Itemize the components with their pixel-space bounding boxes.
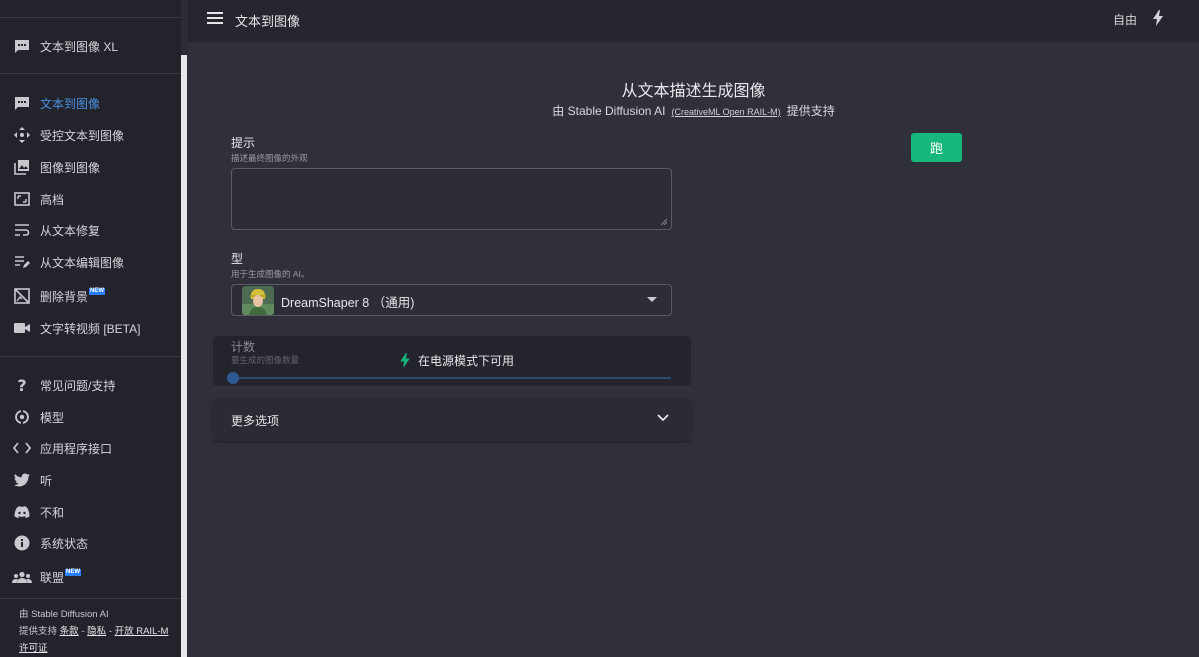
sidebar-item-label: 文字转视频 [BETA] bbox=[40, 321, 141, 336]
code-icon bbox=[12, 439, 32, 457]
count-panel: 计数 要生成的图像数量 在电源模式下可用 bbox=[213, 336, 691, 386]
privacy-link[interactable]: 隐私 bbox=[87, 626, 106, 637]
sidebar-item-controlled-text-to-image[interactable]: 受控文本到图像 bbox=[0, 120, 182, 150]
sidebar-item-text-to-image[interactable]: 文本到图像 bbox=[0, 88, 182, 118]
video-camera-icon bbox=[12, 319, 32, 337]
terms-link[interactable]: 条款 bbox=[60, 626, 79, 637]
main-subtitle: 由 Stable Diffusion AI (CreativeML Open RA… bbox=[188, 102, 1199, 119]
prompt-hint: 描述最终图像的外观 bbox=[231, 153, 308, 163]
sidebar-item-label: 常见问题/支持 bbox=[40, 378, 116, 393]
sidebar: 文本到图像 XL 文本到图像 受控文本到图像 图像到图像 高档 从文本修复 从文… bbox=[0, 0, 182, 657]
sidebar-item-system-status[interactable]: 系统状态 bbox=[0, 528, 182, 558]
more-options-accordion[interactable]: 更多选项 bbox=[213, 399, 691, 441]
sidebar-item-inpaint-from-text[interactable]: 从文本修复 bbox=[0, 215, 182, 245]
prompt-label: 提示 bbox=[231, 136, 256, 150]
sidebar-item-affiliate[interactable]: 联盟 NEW bbox=[0, 562, 182, 592]
twitter-icon bbox=[12, 471, 32, 489]
sidebar-item-api[interactable]: 应用程序接口 bbox=[0, 433, 182, 463]
chat-bubble-icon bbox=[12, 37, 32, 55]
model-selected: DreamShaper 8 （通用) bbox=[281, 296, 415, 310]
footer-prefix: 提供支持 bbox=[19, 626, 58, 637]
chevron-down-icon bbox=[657, 414, 669, 422]
model-select[interactable]: DreamShaper 8 （通用) bbox=[231, 284, 672, 316]
footer-links: 提供支持 条款 - 隐私 - 开放 RAIL-M 许可证 bbox=[19, 623, 174, 657]
run-button[interactable]: 跑 bbox=[911, 133, 962, 162]
caret-down-icon bbox=[647, 297, 657, 302]
lightning-icon[interactable] bbox=[1153, 10, 1163, 31]
sidebar-item-label: 联盟 bbox=[40, 570, 65, 585]
move-arrows-icon bbox=[12, 126, 32, 144]
top-bar: 文本到图像 自由 bbox=[188, 0, 1199, 42]
wrap-text-icon bbox=[12, 221, 32, 239]
discord-icon bbox=[12, 503, 32, 521]
lightning-icon bbox=[400, 353, 410, 368]
sidebar-item-label: 受控文本到图像 bbox=[40, 128, 125, 143]
sidebar-item-text-to-image-xl[interactable]: 文本到图像 XL bbox=[0, 31, 182, 61]
count-label: 计数 bbox=[231, 340, 256, 354]
sidebar-item-label: 删除背景 bbox=[40, 289, 89, 304]
sidebar-item-label: 高档 bbox=[40, 192, 65, 207]
upscale-icon bbox=[12, 190, 32, 208]
sidebar-item-text-to-video[interactable]: 文字转视频 [BETA] bbox=[0, 313, 182, 343]
hide-image-icon bbox=[12, 287, 32, 305]
count-hint: 要生成的图像数量 bbox=[231, 355, 300, 365]
sidebar-item-label: 文本到图像 XL bbox=[40, 39, 119, 54]
model-hint: 用于生成图像的 AI。 bbox=[231, 269, 310, 279]
edit-lines-icon bbox=[12, 253, 32, 271]
sidebar-item-discord[interactable]: 不和 bbox=[0, 497, 182, 527]
sidebar-item-label: 模型 bbox=[40, 410, 65, 425]
svg-text:?: ? bbox=[17, 377, 26, 393]
sidebar-item-label: 应用程序接口 bbox=[40, 441, 113, 456]
sidebar-item-label: 文本到图像 bbox=[40, 96, 101, 111]
subtitle-pre: 由 Stable Diffusion AI bbox=[552, 104, 666, 118]
sidebar-item-label: 听 bbox=[40, 473, 53, 488]
sidebar-item-label: 从文本修复 bbox=[40, 223, 101, 238]
model-label: 型 bbox=[231, 252, 244, 266]
sidebar-item-label: 图像到图像 bbox=[40, 160, 101, 175]
chat-bubble-icon bbox=[12, 94, 32, 112]
page-title: 文本到图像 bbox=[235, 14, 301, 29]
sidebar-footer: 由 Stable Diffusion AI 提供支持 条款 - 隐私 - 开放 … bbox=[19, 606, 174, 657]
info-icon bbox=[12, 534, 32, 552]
sidebar-scrollbar-thumb[interactable] bbox=[181, 55, 187, 657]
question-icon: ? bbox=[12, 376, 32, 394]
resize-handle-icon[interactable] bbox=[660, 218, 667, 225]
sidebar-item-edit-image-from-text[interactable]: 从文本编辑图像 bbox=[0, 247, 182, 277]
footer-sep: - bbox=[81, 626, 85, 637]
sidebar-item-label: 从文本编辑图像 bbox=[40, 255, 125, 270]
sidebar-item-models[interactable]: 模型 bbox=[0, 402, 182, 432]
sidebar-item-remove-background[interactable]: 删除背景 NEW bbox=[0, 281, 182, 311]
sidebar-item-faq[interactable]: ? 常见问题/支持 bbox=[0, 370, 182, 400]
count-slider-thumb[interactable] bbox=[227, 372, 239, 384]
footer-powered-by: 由 Stable Diffusion AI bbox=[19, 609, 109, 620]
main-title: 从文本描述生成图像 bbox=[621, 83, 766, 100]
footer-sep: - bbox=[108, 626, 112, 637]
power-mode-note[interactable]: 在电源模式下可用 bbox=[400, 352, 514, 369]
sidebar-item-image-to-image[interactable]: 图像到图像 bbox=[0, 152, 182, 182]
sidebar-top-strip bbox=[0, 0, 182, 18]
model-thumbnail bbox=[242, 286, 274, 315]
sidebar-item-upscale[interactable]: 高档 bbox=[0, 184, 182, 214]
model-icon bbox=[12, 408, 32, 426]
prompt-input[interactable] bbox=[231, 168, 672, 230]
license-link[interactable]: (CreativeML Open RAIL-M) bbox=[671, 107, 780, 117]
new-badge: NEW bbox=[65, 568, 82, 576]
count-slider-track[interactable] bbox=[233, 377, 671, 379]
sidebar-item-label: 系统状态 bbox=[40, 536, 89, 551]
new-badge: NEW bbox=[89, 287, 106, 295]
sidebar-item-twitter[interactable]: 听 bbox=[0, 465, 182, 495]
sidebar-item-label: 不和 bbox=[40, 505, 65, 520]
group-icon bbox=[12, 568, 32, 586]
sidebar-divider bbox=[0, 73, 182, 74]
plan-label[interactable]: 自由 bbox=[1113, 11, 1137, 28]
more-options-label: 更多选项 bbox=[231, 414, 280, 428]
subtitle-post: 提供支持 bbox=[786, 104, 835, 118]
image-stack-icon bbox=[12, 158, 32, 176]
menu-icon[interactable] bbox=[207, 12, 223, 26]
sidebar-divider bbox=[0, 356, 182, 357]
power-note-text: 在电源模式下可用 bbox=[418, 354, 515, 368]
sidebar-divider bbox=[0, 598, 182, 599]
